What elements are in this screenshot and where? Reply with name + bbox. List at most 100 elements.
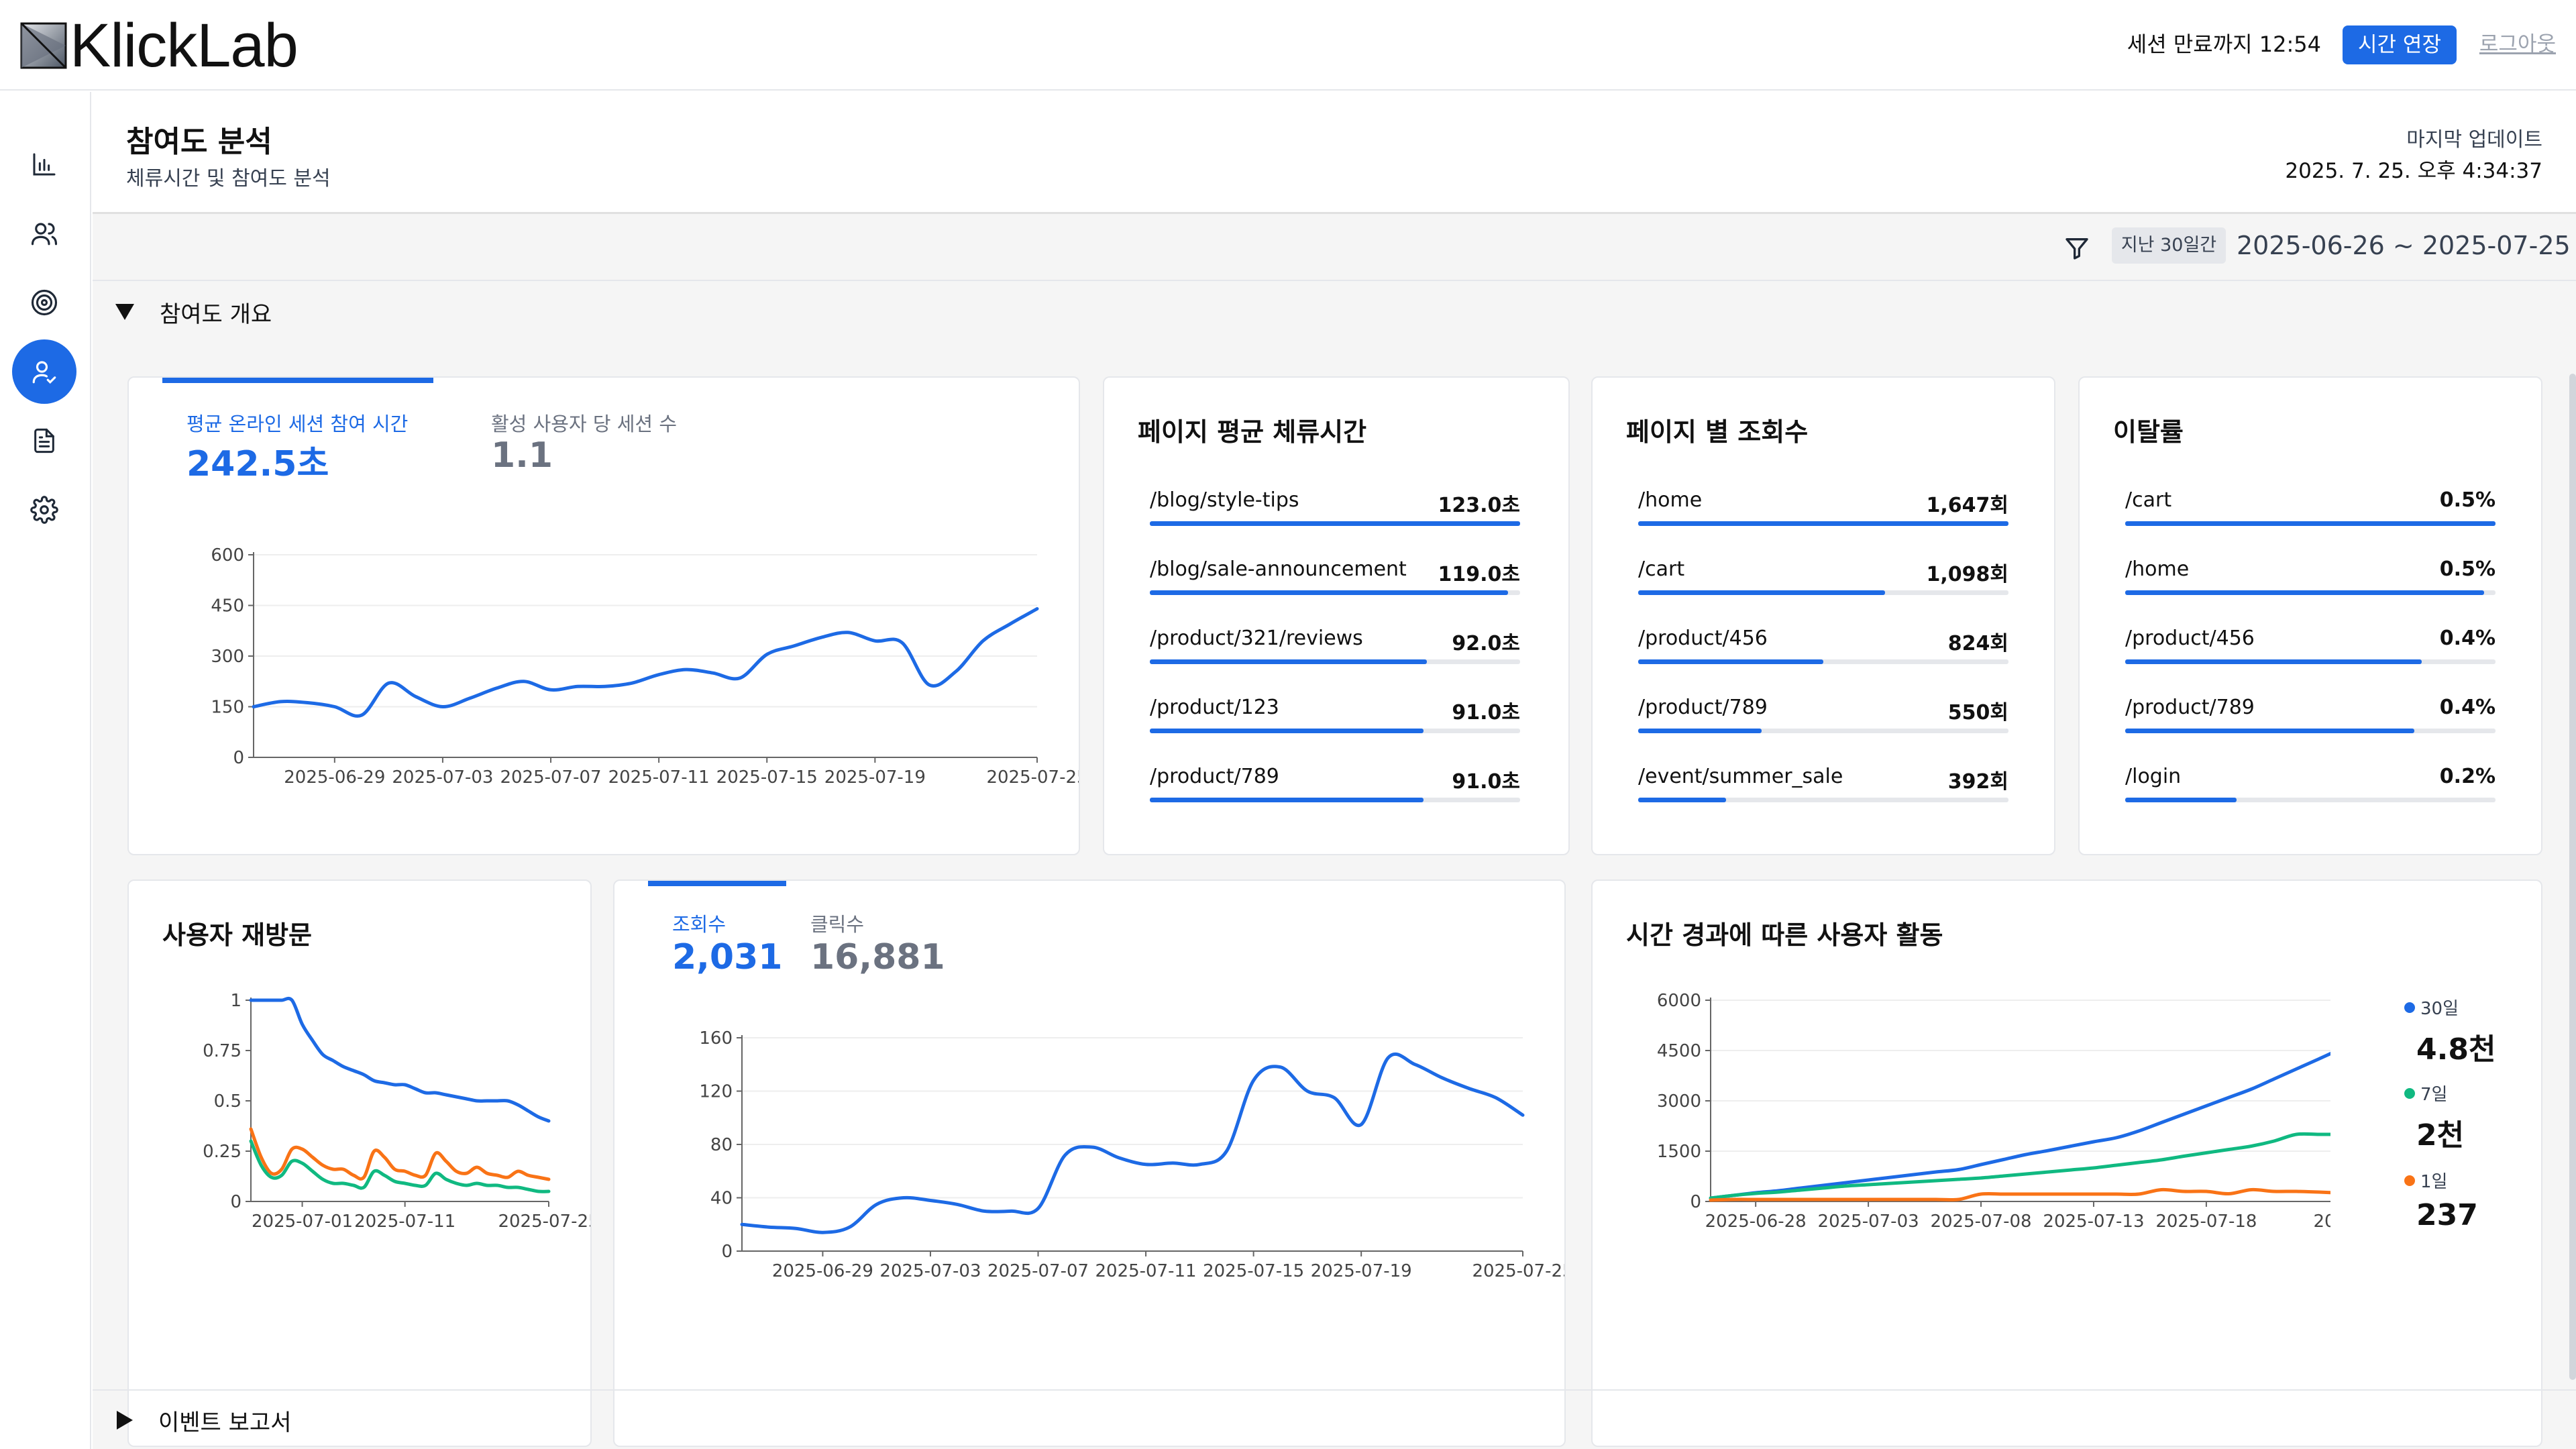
y-tick-label: 0 (233, 748, 244, 768)
logout-link[interactable]: 로그아웃 (2479, 31, 2556, 58)
list-item-label: /product/456 (1638, 627, 1768, 650)
active-tab-indicator (648, 881, 786, 886)
y-tick-label: 450 (211, 596, 244, 616)
progress-fill (1638, 590, 1886, 595)
list-item[interactable]: /event/summer_sale 392회 (1638, 765, 2008, 834)
card-title: 페이지 평균 체류시간 (1138, 417, 1367, 447)
sidebar-item-goals[interactable] (12, 270, 76, 335)
date-range-badge[interactable]: 지난 30일간 (2112, 227, 2226, 264)
list-item[interactable]: /home 0.5% (2125, 557, 2496, 627)
list-item[interactable]: /login 0.2% (2125, 765, 2496, 834)
list-item[interactable]: /home 1,647회 (1638, 488, 2008, 557)
date-range-text[interactable]: 2025-06-26 ~ 2025-07-25 (2237, 229, 2571, 262)
list-item[interactable]: /product/321/reviews 92.0초 (1150, 627, 1520, 696)
list-item-value: 91.0초 (1452, 770, 1520, 794)
sidebar-item-dashboard[interactable] (12, 132, 76, 197)
section-toggle-events[interactable]: 이벤트 보고서 (115, 1400, 292, 1440)
list-item[interactable]: /product/456 824회 (1638, 627, 2008, 696)
last-updated-label: 마지막 업데이트 (2406, 128, 2542, 152)
progress-fill (1150, 590, 1508, 595)
x-tick-label: 2025-07-01 (252, 1212, 353, 1232)
sidebar-item-engagement[interactable] (12, 339, 76, 404)
list-item-label: /login (2125, 765, 2182, 788)
list-item[interactable]: /blog/style-tips 123.0초 (1150, 488, 1520, 557)
active-tab-indicator (162, 378, 433, 383)
logo[interactable]: KlickLab (20, 15, 299, 76)
series-line-1 (249, 996, 551, 1123)
progress-fill (2125, 798, 2237, 802)
y-tick-label: 0.25 (203, 1142, 241, 1162)
sidebar-item-settings[interactable] (12, 478, 76, 542)
list-item-value: 0.5% (2439, 488, 2496, 512)
page-subtitle: 체류시간 및 참여도 분석 (126, 167, 331, 191)
x-tick-label: 2025-07-25 (498, 1212, 592, 1232)
legend-name: 1일 (2420, 1172, 2448, 1192)
avg-session-time-value: 242.5초 (186, 444, 329, 484)
x-tick-label: 2025-07-07 (987, 1261, 1089, 1281)
tab-sessions-per-user[interactable]: 활성 사용자 당 세션 수 (491, 409, 677, 437)
progress-track (2125, 590, 2496, 595)
list-item-value: 0.4% (2439, 627, 2496, 650)
list-item-label: /cart (1638, 557, 1685, 581)
filter-icon[interactable] (2063, 235, 2090, 262)
progress-track (1638, 521, 2008, 526)
progress-track (2125, 798, 2496, 802)
list-item[interactable]: /product/789 91.0초 (1150, 765, 1520, 834)
legend-dot-icon (2404, 1002, 2415, 1013)
tab-clicks[interactable]: 클릭수 (810, 909, 864, 937)
progress-track (1150, 729, 1520, 733)
section-title-overview: 참여도 개요 (160, 301, 272, 328)
progress-fill (2125, 729, 2414, 733)
legend-value: 237 (2416, 1198, 2478, 1232)
list-item[interactable]: /product/123 91.0초 (1150, 696, 1520, 765)
document-icon (34, 428, 54, 453)
page-views-card: 페이지 별 조회수 /home 1,647회/cart 1,098회/product… (1591, 376, 2055, 855)
page-dwell-time-card: 페이지 평균 체류시간 /blog/style-tips 123.0초/blog/… (1103, 376, 1570, 855)
revisit-chart: 0 0.25 0.5 0.75 1 2025-07-01 2025-07-11 2025-07… (203, 991, 592, 1232)
list-item[interactable]: /blog/sale-announcement 119.0초 (1150, 557, 1520, 627)
section-title-events: 이벤트 보고서 (158, 1409, 292, 1436)
list-item[interactable]: /product/456 0.4% (2125, 627, 2496, 696)
target-icon (31, 289, 58, 316)
list-item-value: 392회 (1947, 770, 2008, 794)
progress-fill (1638, 729, 1762, 733)
y-tick-label: 6000 (1657, 991, 1701, 1011)
legend-item-7d: 7일 2천 (2404, 1081, 2512, 1154)
progress-fill (1150, 659, 1427, 664)
list-item[interactable]: /product/789 550회 (1638, 696, 2008, 765)
views-clicks-card: 조회수 2,031 클릭수 16,881 0 40 80 120 160 2025-06-… (613, 879, 1566, 1447)
section-toggle-overview[interactable]: 참여도 개요 (115, 292, 272, 332)
bounce-rate-list: /cart 0.5%/home 0.5%/product/456 0.4%/produ… (2125, 488, 2496, 834)
list-item[interactable]: /cart 0.5% (2125, 488, 2496, 557)
y-tick-label: 1500 (1657, 1142, 1701, 1162)
users-icon (31, 223, 58, 246)
sidebar-item-reports[interactable] (12, 409, 76, 473)
tab-views[interactable]: 조회수 (672, 909, 726, 937)
list-item-value: 550회 (1947, 701, 2008, 724)
progress-fill (1638, 659, 1823, 664)
page-views-list: /home 1,647회/cart 1,098회/product/456 824회/p… (1638, 488, 2008, 834)
list-item[interactable]: /product/789 0.4% (2125, 696, 2496, 765)
legend-dot-icon (2404, 1175, 2415, 1186)
list-item-label: /product/321/reviews (1150, 627, 1363, 650)
extend-session-button[interactable]: 시간 연장 (2343, 25, 2457, 64)
list-item-label: /product/123 (1150, 696, 1279, 719)
list-item[interactable]: /cart 1,098회 (1638, 557, 2008, 627)
list-item-label: /product/789 (1638, 696, 1768, 719)
bounce-rate-card: 이탈률 /cart 0.5%/home 0.5%/product/456 0.4%/p… (2078, 376, 2542, 855)
y-tick-label: 0 (721, 1242, 733, 1262)
progress-track (1150, 590, 1520, 595)
card-title: 이탈률 (2113, 417, 2184, 447)
list-item-value: 92.0초 (1452, 632, 1520, 655)
list-item-label: /product/789 (2125, 696, 2255, 719)
scrollbar[interactable] (2569, 374, 2576, 1380)
x-tick-label: 2025-07-15 (1203, 1261, 1304, 1281)
y-tick-label: 160 (699, 1028, 733, 1049)
tab-avg-session-time[interactable]: 평균 온라인 세션 참여 시간 (186, 409, 408, 437)
progress-track (1150, 798, 1520, 802)
x-tick-label: 2025-07-25 (2313, 1212, 2330, 1232)
list-item-value: 824회 (1947, 632, 2008, 655)
views-chart: 0 40 80 120 160 2025-06-29 2025-07-03 2025-07-0… (699, 1028, 1564, 1281)
progress-track (1638, 590, 2008, 595)
sidebar-item-users[interactable] (12, 201, 76, 266)
